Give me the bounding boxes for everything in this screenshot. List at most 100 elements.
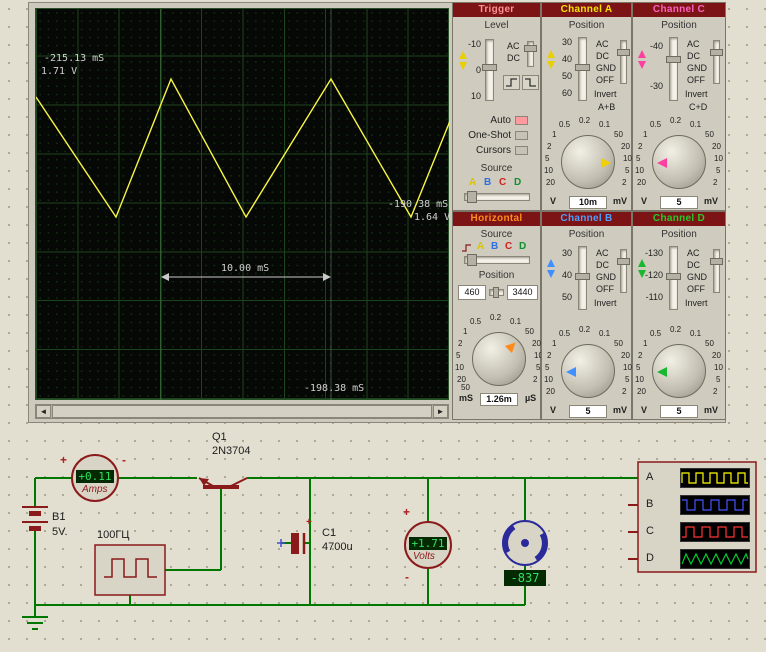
trigger-level-slider[interactable] (485, 39, 494, 101)
scale-label: 5 (625, 375, 629, 384)
horizontal-position-readout-right: 3440 (507, 285, 538, 300)
source-channel-c-label: C (505, 241, 512, 252)
channel-c-coupling-thumb[interactable] (710, 49, 723, 56)
scale-label: 0.5 (470, 317, 481, 326)
horizontal-source-thumb[interactable] (467, 254, 477, 266)
trigger-level-thumb[interactable] (482, 64, 497, 71)
scroll-right-button[interactable]: ► (433, 405, 448, 418)
battery-symbol[interactable] (22, 507, 48, 531)
horizontal-position-thumb[interactable] (493, 287, 499, 298)
channel-d-coupling-thumb[interactable] (710, 258, 723, 265)
channel-a-coupling-thumb[interactable] (617, 49, 630, 56)
channel-b-coupling-thumb[interactable] (617, 258, 630, 265)
motor-symbol[interactable] (503, 521, 547, 565)
scale-label: 20 (712, 142, 721, 151)
transistor-symbol[interactable] (199, 478, 247, 489)
voltmeter-readout: +1.71 (409, 537, 447, 550)
scale-label: 5 (545, 154, 549, 163)
scale-label: -110 (639, 292, 663, 302)
scale-label: 30 (550, 248, 572, 258)
scale-label: 10 (635, 166, 644, 175)
scale-label: 10 (544, 166, 553, 175)
channel-b-position-up-arrow-icon[interactable] (547, 259, 555, 267)
scale-label: 20 (637, 387, 646, 396)
voltmeter-plus-sign: + (403, 505, 410, 519)
channel-a-position-thumb[interactable] (575, 64, 590, 71)
trigger-source-thumb[interactable] (467, 191, 477, 203)
scale-label: 2 (622, 387, 626, 396)
channel-c-position-thumb[interactable] (666, 56, 681, 63)
coupling-label-ac: AC (687, 39, 700, 49)
scale-label: 40 (550, 54, 572, 64)
cursor-time-readout: -190.38 mS (388, 199, 448, 210)
scale-label: 10 (455, 363, 464, 372)
trigger-rising-edge-button[interactable] (503, 75, 520, 90)
terminal-label-b: B (646, 498, 653, 510)
position-label: Position (453, 270, 540, 281)
trigger-coupling-thumb[interactable] (524, 45, 537, 52)
coupling-label-gnd: GND (596, 63, 616, 73)
trigger-falling-edge-button[interactable] (522, 75, 539, 90)
source-channel-d-label: D (519, 241, 526, 252)
channel-a-coupling-slider[interactable] (620, 40, 627, 84)
scale-label: 50 (550, 71, 572, 81)
generator-label: 100ГЦ (97, 529, 129, 541)
trigger-level-up-arrow-icon[interactable] (459, 51, 467, 59)
horizontal-title: Horizontal (453, 212, 540, 226)
channel-b-position-thumb[interactable] (575, 273, 590, 280)
channel-a-position-slider[interactable] (578, 37, 587, 101)
auto-led (515, 116, 528, 125)
cursors-led (515, 146, 528, 155)
position-label: Position (633, 229, 725, 240)
horizontal-position-slider[interactable] (489, 289, 504, 296)
channel-b-coupling-slider[interactable] (620, 249, 627, 293)
trigger-panel: Trigger Level -10 0 10 AC DC Auto One-Sh… (452, 2, 541, 211)
scale-label: 2 (638, 142, 642, 151)
channel-c-gain-knob[interactable] (652, 135, 706, 189)
scroll-thumb[interactable] (52, 405, 432, 418)
channel-d-position-up-arrow-icon[interactable] (638, 259, 646, 267)
channel-c-panel: Channel C Position -40 -30 AC DC GND OFF… (632, 2, 726, 211)
scale-label: 10 (623, 363, 632, 372)
channel-d-panel: Channel D Position -130 -120 -110 AC DC … (632, 211, 726, 420)
channel-c-position-up-arrow-icon[interactable] (638, 50, 646, 58)
one-shot-button[interactable]: One-Shot (455, 130, 511, 141)
channel-c-coupling-slider[interactable] (713, 40, 720, 84)
scale-label: 0.5 (559, 120, 570, 129)
channel-b-panel: Channel B Position 30 40 50 AC DC GND OF… (541, 211, 632, 420)
channel-b-gain-knob[interactable] (561, 344, 615, 398)
channel-d-position-thumb[interactable] (666, 273, 681, 280)
channel-c-position-down-arrow-icon[interactable] (638, 61, 646, 69)
ammeter-unit-label: Amps (82, 484, 108, 495)
coupling-label-gnd: GND (687, 272, 707, 282)
signal-generator-symbol[interactable] (95, 545, 165, 595)
scroll-left-button[interactable]: ◄ (36, 405, 51, 418)
coupling-label-ac: AC (687, 248, 700, 258)
channel-b-position-slider[interactable] (578, 246, 587, 310)
auto-button[interactable]: Auto (455, 115, 511, 126)
scale-label: 5 (636, 363, 640, 372)
position-label: Position (542, 229, 631, 240)
cursors-button[interactable]: Cursors (455, 145, 511, 156)
unit-label-ms: mS (459, 393, 473, 403)
scale-label: 1 (643, 339, 647, 348)
horizontal-source-slider[interactable] (464, 256, 530, 264)
trigger-source-slider[interactable] (464, 193, 530, 201)
scale-label: 50 (614, 130, 623, 139)
scale-label: 2 (458, 339, 462, 348)
trigger-coupling-slider[interactable] (527, 41, 534, 67)
scope-horizontal-scrollbar[interactable]: ◄ ► (35, 404, 449, 419)
horizontal-panel: Horizontal Source A B C D Position 460 3… (452, 211, 541, 420)
channel-d-gain-knob[interactable] (652, 344, 706, 398)
channel-c-position-slider[interactable] (669, 37, 678, 101)
timebase-knob[interactable] (472, 332, 526, 386)
level-label: Level (453, 20, 540, 31)
source-label: Source (453, 229, 540, 240)
scale-label: 50 (705, 130, 714, 139)
ground-symbol[interactable] (22, 617, 48, 629)
source-channel-a-label: A (469, 177, 476, 188)
channel-d-coupling-slider[interactable] (713, 249, 720, 293)
channel-d-position-slider[interactable] (669, 246, 678, 310)
channel-a-gain-knob[interactable] (561, 135, 615, 189)
channel-a-trace-preview (680, 468, 750, 488)
